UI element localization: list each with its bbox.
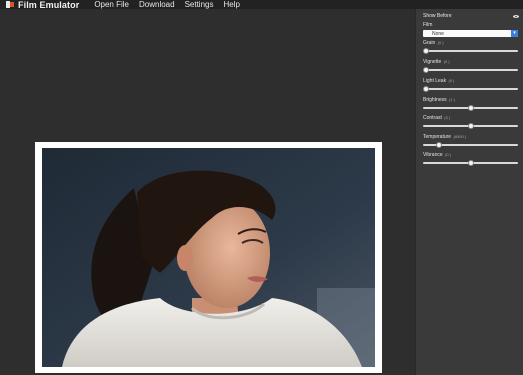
slider-label-vibrance: Vibrance (0) — [423, 152, 451, 158]
slider-thumb[interactable] — [467, 105, 474, 111]
slider-label-light-leak: Light Leak (0) — [423, 78, 455, 84]
slider-name: Light Leak — [423, 78, 447, 84]
menu-download[interactable]: Download — [139, 0, 175, 9]
slider-value: 6500 — [454, 134, 464, 139]
slider-track[interactable] — [423, 50, 518, 52]
slider-name: Grain — [423, 40, 436, 46]
slider-thumb[interactable] — [423, 48, 429, 54]
menu-settings[interactable]: Settings — [185, 0, 214, 9]
slider-thumb[interactable] — [467, 160, 474, 166]
slider-label-temperature: Temperature (6500) — [423, 134, 467, 140]
menu-open-file[interactable]: Open File — [94, 0, 129, 9]
slider-value: 0 — [438, 40, 442, 45]
slider-light-leak[interactable] — [423, 86, 518, 92]
film-select-value: None — [432, 30, 444, 37]
slider-name: Vignette — [423, 59, 442, 65]
slider-name: Vibrance — [423, 152, 443, 158]
slider-value: 0 — [449, 78, 453, 83]
menu-bar: Film Emulator Open File Download Setting… — [0, 0, 523, 10]
slider-label-vignette: Vignette (0) — [423, 59, 450, 65]
slider-label-contrast: Contrast (0) — [423, 115, 451, 121]
menu-help[interactable]: Help — [223, 0, 239, 9]
eye-icon[interactable] — [513, 14, 519, 18]
slider-thumb[interactable] — [467, 123, 474, 129]
slider-value: 0 — [445, 115, 448, 120]
show-before-label: Show Before — [423, 13, 452, 19]
slider-value: 0 — [445, 59, 448, 64]
chevron-down-icon[interactable]: ▾ — [511, 30, 518, 37]
slider-thumb[interactable] — [423, 67, 429, 73]
slider-temperature[interactable] — [423, 142, 518, 148]
film-label: Film — [423, 22, 433, 28]
adjustments-panel: Show Before Film None ▾ Grain (0) Vignett… — [415, 9, 523, 375]
slider-track[interactable] — [423, 88, 518, 90]
slider-track[interactable] — [423, 69, 518, 71]
slider-name: Contrast — [423, 115, 442, 121]
slider-thumb[interactable] — [423, 86, 429, 92]
slider-grain[interactable] — [423, 48, 518, 54]
slider-vibrance[interactable] — [423, 160, 518, 166]
show-before-toggle[interactable]: Show Before — [423, 12, 519, 20]
preview-photo — [42, 148, 375, 367]
slider-label-grain: Grain (0) — [423, 40, 444, 46]
slider-label-brightness: Brightness (1) — [423, 97, 455, 103]
slider-brightness[interactable] — [423, 105, 518, 111]
photo-frame — [35, 142, 382, 373]
slider-contrast[interactable] — [423, 123, 518, 129]
slider-name: Brightness — [423, 97, 447, 103]
slider-vignette[interactable] — [423, 67, 518, 73]
app-logo-icon — [6, 1, 14, 8]
slider-value: 0 — [446, 152, 449, 157]
canvas-workspace — [0, 9, 415, 375]
slider-thumb[interactable] — [436, 142, 443, 148]
slider-name: Temperature — [423, 134, 452, 140]
film-select[interactable]: None ▾ — [423, 30, 518, 37]
slider-value: 1 — [450, 97, 453, 102]
